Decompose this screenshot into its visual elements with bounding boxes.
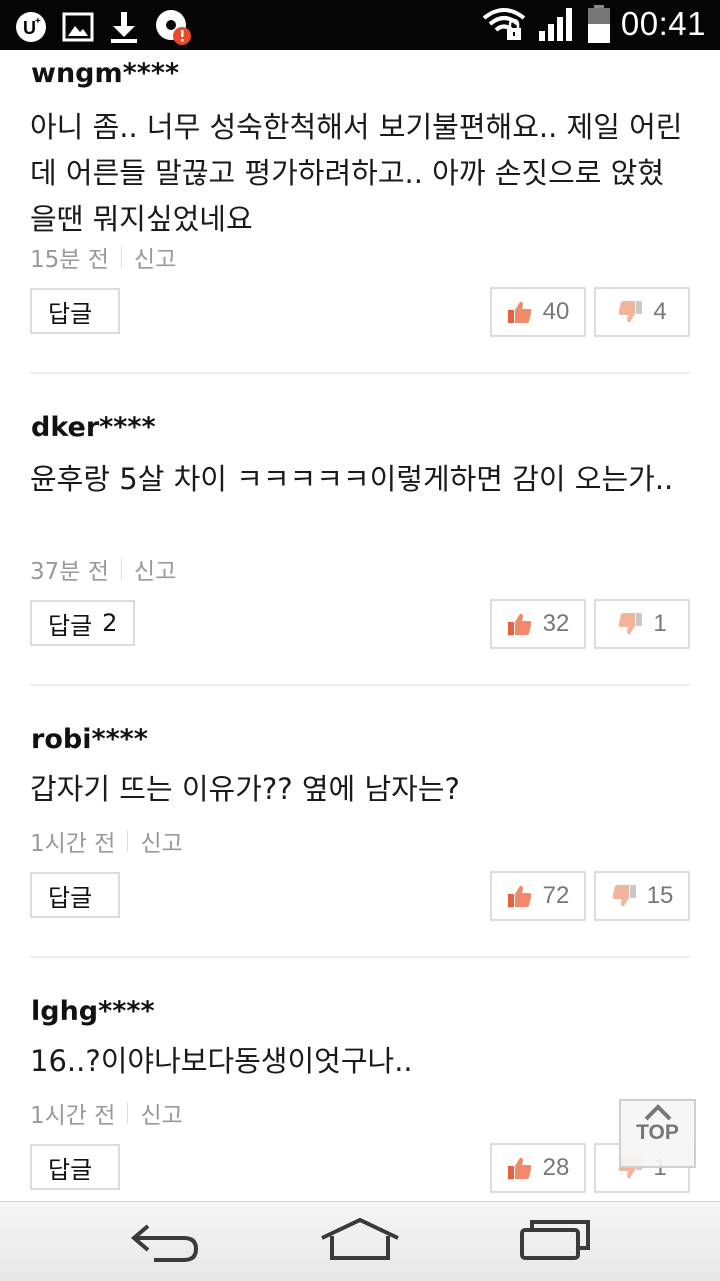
meta-divider xyxy=(127,830,129,852)
like-button[interactable]: 40 xyxy=(490,287,586,337)
scroll-top-label: TOP xyxy=(636,1121,679,1144)
comment-time: 37분 전 xyxy=(30,559,109,585)
thumbs-down-icon xyxy=(618,613,643,635)
thumbs-up-icon xyxy=(507,1157,531,1179)
like-button[interactable]: 72 xyxy=(490,871,586,921)
comment-meta: 1시간 전 신고 xyxy=(30,1096,183,1130)
comment-item: wngm**** 아니 좀.. 너무 성숙한척해서 보기불편해요.. 제일 어린… xyxy=(30,50,690,374)
uplus-icon: U + xyxy=(16,12,46,42)
clock: 00:41 xyxy=(620,5,706,42)
comment-time: 1시간 전 xyxy=(30,1103,116,1129)
comment-text: 갑자기 뜨는 이유가?? 옆에 남자는? xyxy=(30,772,460,806)
comment-author: wngm**** xyxy=(31,58,180,89)
comment-item: robi**** 갑자기 뜨는 이유가?? 옆에 남자는? 1시간 전 신고 답… xyxy=(30,686,690,958)
download-icon xyxy=(111,12,137,43)
comment-item: lghg**** 16..?이야나보다동생이엇구나.. 1시간 전 신고 답글 … xyxy=(30,958,690,1218)
comment-time: 1시간 전 xyxy=(30,831,116,857)
report-link[interactable]: 신고 xyxy=(140,824,182,858)
thumbs-up-icon xyxy=(507,613,531,635)
comment-author: dker**** xyxy=(31,412,156,443)
comment-text: 윤후랑 5살 차이 ㅋㅋㅋㅋㅋ이렇게하면 감이 오는가.. xyxy=(30,462,674,496)
battery-icon xyxy=(587,5,610,43)
comment-meta: 15분 전 신고 xyxy=(30,240,176,274)
comment-text: 16..?이야나보다동생이엇구나.. xyxy=(30,1044,413,1078)
dislike-button[interactable]: 15 xyxy=(594,871,690,921)
comment-meta: 1시간 전 신고 xyxy=(30,824,183,858)
comment-item: dker**** 윤후랑 5살 차이 ㅋㅋㅋㅋㅋ이렇게하면 감이 오는가.. 3… xyxy=(30,374,690,686)
thumbs-up-icon xyxy=(507,885,531,907)
reply-label: 답글 xyxy=(48,1155,93,1184)
report-link[interactable]: 신고 xyxy=(134,552,176,586)
recent-apps-icon[interactable] xyxy=(518,1216,592,1264)
like-count: 32 xyxy=(542,610,570,637)
meta-divider xyxy=(127,1102,129,1124)
reply-button[interactable]: 답글 xyxy=(30,872,121,918)
reply-button[interactable]: 답글 xyxy=(30,288,121,334)
wifi-lock-icon xyxy=(482,8,526,40)
comment-author: robi**** xyxy=(31,724,148,755)
reply-label: 답글 xyxy=(48,299,93,328)
comment-meta: 37분 전 신고 xyxy=(30,552,176,586)
image-icon xyxy=(62,12,94,42)
reply-label: 답글 xyxy=(48,611,93,640)
dislike-button[interactable]: 1 xyxy=(594,599,690,649)
dislike-button[interactable]: 4 xyxy=(594,287,690,337)
report-link[interactable]: 신고 xyxy=(140,1096,182,1130)
scroll-top-button[interactable]: TOP xyxy=(619,1099,696,1168)
media-alert-icon xyxy=(156,10,191,45)
like-button[interactable]: 32 xyxy=(490,599,586,649)
status-bar: U + 00:41 xyxy=(0,0,720,50)
thumbs-up-icon xyxy=(507,301,531,323)
reply-button[interactable]: 답글 2 xyxy=(30,600,136,646)
dislike-count: 4 xyxy=(653,298,667,325)
meta-divider xyxy=(120,246,122,268)
meta-divider xyxy=(120,558,122,580)
home-icon[interactable] xyxy=(318,1216,402,1264)
comment-author: lghg**** xyxy=(31,996,155,1027)
chevron-up-icon xyxy=(644,1104,671,1121)
like-count: 40 xyxy=(542,298,570,325)
reply-button[interactable]: 답글 xyxy=(30,1144,121,1190)
back-icon[interactable] xyxy=(128,1216,202,1264)
dislike-count: 15 xyxy=(646,882,674,909)
like-button[interactable]: 28 xyxy=(490,1143,586,1193)
reply-count: 2 xyxy=(102,609,118,637)
dislike-count: 1 xyxy=(653,610,667,637)
navigation-bar xyxy=(0,1201,720,1281)
like-count: 28 xyxy=(542,1154,570,1181)
svg-text:+: + xyxy=(35,16,41,27)
comment-time: 15분 전 xyxy=(30,247,109,273)
like-count: 72 xyxy=(542,882,570,909)
reply-label: 답글 xyxy=(48,883,93,912)
thumbs-down-icon xyxy=(618,301,643,323)
signal-icon xyxy=(538,8,572,41)
report-link[interactable]: 신고 xyxy=(134,240,176,274)
comment-list: wngm**** 아니 좀.. 너무 성숙한척해서 보기불편해요.. 제일 어린… xyxy=(0,50,720,1218)
comment-text: 아니 좀.. 너무 성숙한척해서 보기불편해요.. 제일 어린데 어른들 말끊고… xyxy=(30,110,683,236)
thumbs-down-icon xyxy=(612,885,636,907)
